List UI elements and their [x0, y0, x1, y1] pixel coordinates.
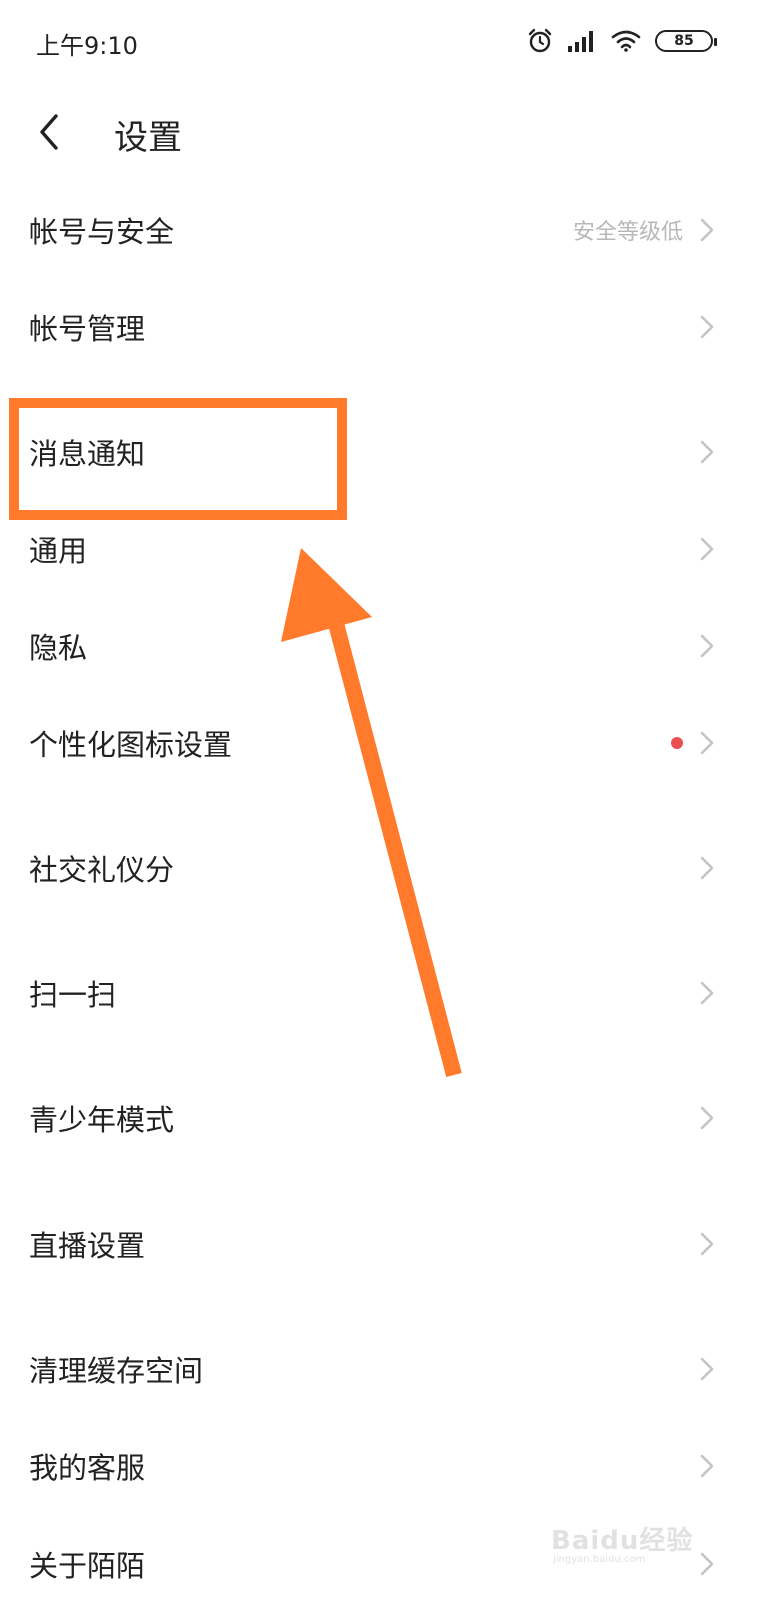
settings-item-label: 我的客服 — [29, 1451, 146, 1485]
settings-item-account-management[interactable]: 帐号管理 — [0, 295, 757, 359]
settings-item-social-etiquette[interactable]: 社交礼仪分 — [0, 836, 757, 900]
signal-icon — [568, 31, 593, 52]
settings-item-right — [671, 729, 719, 757]
chevron-right-icon — [700, 1357, 714, 1381]
settings-item-right — [695, 438, 719, 466]
alarm-icon — [528, 28, 552, 53]
settings-item-label: 关于陌陌 — [29, 1549, 146, 1583]
chevron-right-icon — [700, 731, 714, 755]
page-title: 设置 — [114, 118, 182, 158]
settings-item-account-security[interactable]: 帐号与安全 安全等级低 — [0, 198, 757, 262]
chevron-right-icon — [700, 634, 714, 658]
chevron-right-icon — [700, 856, 714, 880]
settings-item-scan[interactable]: 扫一扫 — [0, 961, 757, 1025]
settings-item-label: 帐号与安全 — [29, 215, 175, 249]
highlight-box — [9, 398, 347, 520]
watermark-text: Baidu经验 — [551, 1526, 694, 1556]
settings-item-right: 安全等级低 — [573, 214, 719, 246]
chevron-right-icon — [700, 981, 714, 1005]
watermark-subtext: jingyan.baidu.com — [553, 1554, 646, 1565]
settings-item-label: 隐私 — [29, 631, 88, 665]
chevron-right-icon — [700, 1232, 714, 1256]
chevron-right-icon — [700, 1454, 714, 1478]
settings-item-right — [695, 1104, 719, 1132]
chevron-right-icon — [700, 315, 714, 339]
settings-item-right — [695, 1452, 719, 1480]
status-time: 上午9:10 — [36, 32, 138, 60]
settings-item-right — [695, 632, 719, 660]
settings-item-label: 青少年模式 — [29, 1103, 175, 1137]
wifi-icon — [611, 30, 641, 52]
chevron-right-icon — [700, 440, 714, 464]
settings-item-right — [695, 854, 719, 882]
battery-level: 85 — [674, 33, 694, 49]
settings-item-right — [695, 1355, 719, 1383]
settings-item-right — [695, 979, 719, 1007]
chevron-right-icon — [700, 537, 714, 561]
settings-item-label: 个性化图标设置 — [29, 728, 233, 762]
security-level-text: 安全等级低 — [572, 220, 683, 245]
settings-item-label: 通用 — [29, 534, 88, 568]
chevron-right-icon — [700, 218, 714, 242]
status-icons: 85 — [527, 26, 717, 56]
settings-item-label: 社交礼仪分 — [29, 853, 175, 887]
chevron-right-icon — [700, 1106, 714, 1130]
settings-item-label: 直播设置 — [29, 1229, 146, 1263]
settings-item-privacy[interactable]: 隐私 — [0, 614, 757, 678]
chevron-left-icon — [40, 114, 58, 150]
watermark: Baidu经验 jingyan.baidu.com — [551, 1512, 711, 1566]
settings-item-youth-mode[interactable]: 青少年模式 — [0, 1086, 757, 1150]
new-badge-dot — [671, 737, 683, 749]
settings-item-label: 扫一扫 — [29, 978, 117, 1012]
battery-icon: 85 — [655, 30, 717, 52]
settings-item-live-settings[interactable]: 直播设置 — [0, 1212, 757, 1276]
settings-item-clear-cache[interactable]: 清理缓存空间 — [0, 1337, 757, 1401]
settings-item-label: 清理缓存空间 — [29, 1354, 204, 1388]
settings-item-right — [695, 1230, 719, 1258]
back-button[interactable] — [22, 104, 78, 160]
settings-item-right — [695, 535, 719, 563]
settings-item-custom-icon[interactable]: 个性化图标设置 — [0, 711, 757, 775]
settings-item-right — [695, 313, 719, 341]
settings-item-customer-service[interactable]: 我的客服 — [0, 1434, 757, 1498]
status-bar: 上午9:10 85 — [0, 0, 757, 84]
nav-bar: 设置 — [0, 84, 757, 180]
settings-item-general[interactable]: 通用 — [0, 517, 757, 581]
settings-item-label: 帐号管理 — [29, 312, 146, 346]
